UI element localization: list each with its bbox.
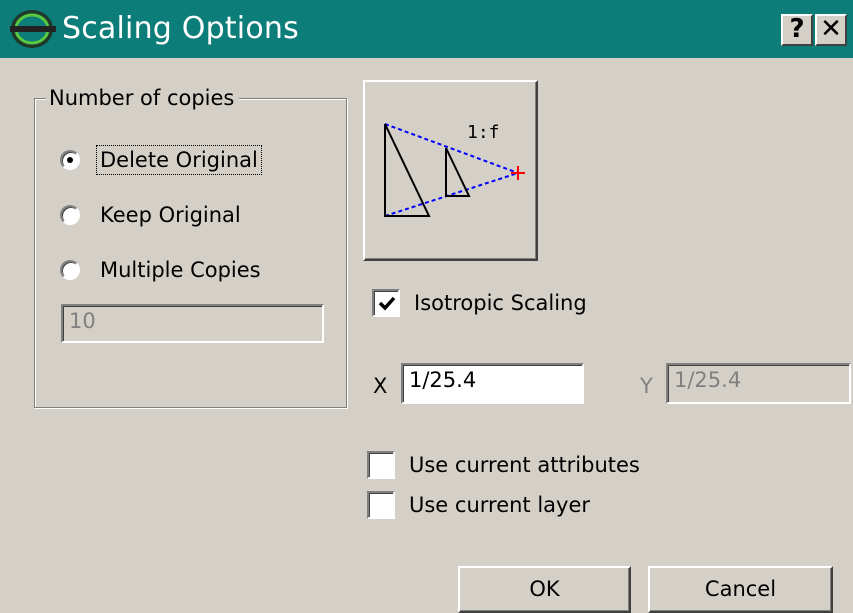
ok-button[interactable]: OK [458,566,631,613]
ratio-label: 1:f [467,122,500,143]
window-title: Scaling Options [62,11,299,46]
title-bar[interactable]: Scaling Options ? ✕ [0,0,853,58]
scaling-diagram-icon: 1:f [384,122,525,217]
y-scale-input[interactable]: 1/25.4 [666,363,851,404]
radio-button[interactable] [60,260,80,280]
radio-label: Keep Original [100,203,241,227]
use-current-attributes-label: Use current attributes [409,453,640,477]
isotropic-scaling-checkbox-row[interactable]: Isotropic Scaling [372,289,587,317]
isotropic-scaling-label: Isotropic Scaling [414,291,587,315]
radio-label: Multiple Copies [100,258,261,282]
use-current-layer-row[interactable]: Use current layer [367,491,590,519]
radio-button[interactable] [60,205,80,225]
app-logo-icon [10,10,56,48]
radio-label: Delete Original [96,145,262,175]
scaling-preview: 1:f [363,80,538,261]
checkmark-icon [378,296,396,311]
use-current-attributes-checkbox[interactable] [367,451,395,479]
radio-keep-original[interactable]: Keep Original [60,200,243,230]
radio-button[interactable] [60,150,80,170]
use-current-layer-label: Use current layer [409,493,591,517]
help-button[interactable]: ? [781,14,813,46]
radio-delete-original[interactable]: Delete Original [60,145,262,175]
copies-group-label: Number of copies [46,86,240,110]
radio-multiple-copies[interactable]: Multiple Copies [60,255,263,285]
use-current-layer-checkbox[interactable] [367,491,395,519]
x-label: X [373,374,388,398]
x-scale-input[interactable]: 1/25.4 [401,363,584,404]
use-current-attributes-row[interactable]: Use current attributes [367,451,640,479]
isotropic-scaling-checkbox[interactable] [372,289,400,317]
cancel-button[interactable]: Cancel [648,566,833,613]
close-button[interactable]: ✕ [815,14,847,46]
copies-count-field[interactable]: 10 [61,304,324,343]
y-label: Y [640,374,653,398]
